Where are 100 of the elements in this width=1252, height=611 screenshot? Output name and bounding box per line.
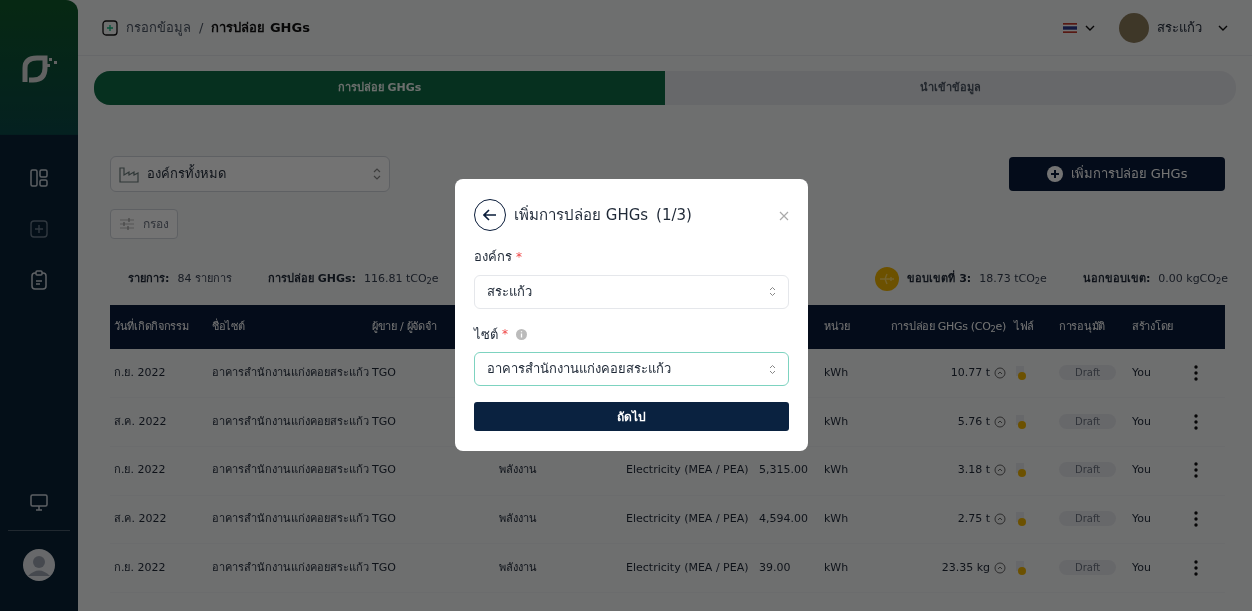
file-icon[interactable] (1014, 414, 1028, 429)
table-cell: พลังงาน (499, 463, 537, 477)
arrow-left-icon (483, 209, 497, 221)
file-icon[interactable] (1014, 560, 1028, 575)
select-field[interactable]: สระแก้ว (474, 274, 789, 309)
dialog-title: เพิ่มการปล่อย GHGs (514, 204, 649, 226)
emission-value: 3.18 t (957, 463, 990, 477)
table-cell: You (1132, 463, 1151, 477)
select-field[interactable]: อาคารสำนักงานแก่งคอยสระแก้ว (474, 352, 789, 386)
table-cell: 4,594.00 (759, 512, 808, 526)
table-cell: พลังงาน (499, 560, 537, 574)
monitor-icon[interactable] (29, 492, 49, 512)
table-cell: You (1132, 365, 1151, 379)
avatar-photo (1119, 12, 1149, 43)
table-cell: TGO (372, 512, 396, 526)
chevron-up-circle-icon[interactable] (994, 464, 1006, 477)
filter-button[interactable]: กรอง (110, 209, 178, 239)
emission-value: 5.76 t (957, 414, 990, 428)
flag-icon (1063, 22, 1077, 33)
file-icon[interactable] (1014, 512, 1028, 527)
summary-label: ขอบเขตที่ 3: (907, 270, 972, 287)
sort-icon (373, 168, 381, 180)
table-cell: Electricity (MEA / PEA) (626, 463, 749, 477)
table-cell: พลังงาน (499, 512, 537, 526)
file-icon[interactable] (1014, 463, 1028, 478)
plus-circle-icon (1046, 166, 1063, 182)
user-name[interactable]: สระแก้ว (1157, 17, 1202, 38)
summary-label: การปล่อย GHGs: (267, 270, 356, 287)
field-label: ไซต์ (474, 325, 498, 344)
language-dropdown[interactable] (1063, 22, 1095, 33)
add-square-icon (102, 19, 118, 36)
table-cell: You (1132, 414, 1151, 428)
column-header: ชื่อไซต์ (212, 319, 245, 333)
summary-label: รายการ: (128, 270, 170, 287)
more-vertical-icon[interactable] (1194, 364, 1198, 381)
table-cell: ส.ค. 2022 (114, 512, 167, 526)
clipboard-icon[interactable] (30, 270, 48, 290)
emission-value: 10.77 t (950, 365, 990, 379)
breadcrumb-current: การปล่อย GHGs (211, 18, 310, 37)
table-cell: อาคารสำนักงานแก่งคอยสระแก้ว (212, 560, 369, 574)
chevron-up-circle-icon[interactable] (994, 561, 1006, 574)
table-cell: อาคารสำนักงานแก่งคอยสระแก้ว (212, 463, 369, 477)
required-asterisk: * (502, 326, 508, 344)
column-header: หน่วย (824, 319, 850, 333)
avatar-icon[interactable] (23, 549, 55, 581)
table-cell: kWh (824, 365, 849, 379)
table-cell: อาคารสำนักงานแก่งคอยสระแก้ว (212, 414, 369, 428)
table-cell: Electricity (MEA / PEA) (626, 560, 749, 574)
table-cell: kWh (824, 414, 849, 428)
more-vertical-icon[interactable] (1194, 413, 1198, 430)
field-label: องค์กร (474, 248, 512, 266)
table-cell: TGO (372, 463, 396, 477)
summary-value: 0.00 kgCO$_{2}$e (1158, 270, 1228, 288)
chevron-up-circle-icon[interactable] (994, 366, 1006, 379)
column-header: ผู้ขาย / ผู้จัดจำ (372, 319, 437, 333)
summary-value: 18.73 tCO$_{2}$e (979, 270, 1047, 288)
table-cell: ก.ย. 2022 (114, 463, 166, 477)
tab[interactable]: นำเข้าข้อมูล (665, 71, 1236, 105)
dashboard-icon[interactable] (29, 168, 49, 188)
more-vertical-icon[interactable] (1194, 462, 1198, 479)
column-header: ไฟล์ (1014, 319, 1035, 333)
column-header: การอนุมัติ (1059, 319, 1105, 333)
table-cell: kWh (824, 512, 849, 526)
add-emission-button[interactable]: เพิ่มการปล่อย GHGs (1009, 157, 1225, 191)
table-cell: You (1132, 560, 1151, 574)
column-header: วันที่เกิดกิจกรรม (114, 319, 189, 333)
more-vertical-icon[interactable] (1194, 511, 1198, 528)
emission-value: 2.75 t (957, 512, 990, 526)
table-cell: TGO (372, 414, 396, 428)
sliders-icon (119, 217, 135, 231)
summary-value: 84 รายการ (177, 270, 232, 287)
table-cell: อาคารสำนักงานแก่งคอยสระแก้ว (212, 512, 369, 526)
organization-select[interactable]: องค์กรทั้งหมด (110, 156, 390, 192)
tab[interactable]: การปล่อย GHGs (94, 71, 665, 105)
column-header: การปล่อย GHGs (CO$_{2}$e) (890, 319, 1006, 333)
table-cell: ก.ย. 2022 (114, 560, 166, 574)
required-asterisk: * (516, 248, 522, 266)
info-icon[interactable] (516, 328, 527, 340)
table-cell: You (1132, 512, 1151, 526)
breadcrumb-link[interactable]: กรอกข้อมูล (126, 17, 191, 38)
table-cell: ก.ย. 2022 (114, 365, 166, 379)
summary-label: นอกขอบเขต: (1082, 270, 1151, 287)
more-vertical-icon[interactable] (1194, 559, 1198, 576)
organization-value: องค์กรทั้งหมด (147, 164, 227, 184)
add-square-icon[interactable] (30, 220, 48, 238)
next-button[interactable]: ถัดไป (474, 402, 789, 431)
breadcrumb-separator: / (199, 18, 204, 37)
table-cell: Electricity (MEA / PEA) (626, 512, 749, 526)
emission-value: 23.35 kg (941, 560, 990, 574)
table-cell: ส.ค. 2022 (114, 414, 167, 428)
table-cell: อาคารสำนักงานแก่งคอยสระแก้ว (212, 365, 369, 379)
chevron-up-circle-icon[interactable] (994, 415, 1006, 428)
sort-icon (769, 363, 776, 375)
chevron-down-icon (1218, 24, 1228, 31)
factory-icon (119, 165, 139, 183)
chevron-up-circle-icon[interactable] (994, 513, 1006, 526)
table-cell: TGO (372, 365, 396, 379)
table-cell: kWh (824, 560, 849, 574)
file-icon[interactable] (1014, 365, 1028, 380)
back-button[interactable] (474, 199, 506, 231)
